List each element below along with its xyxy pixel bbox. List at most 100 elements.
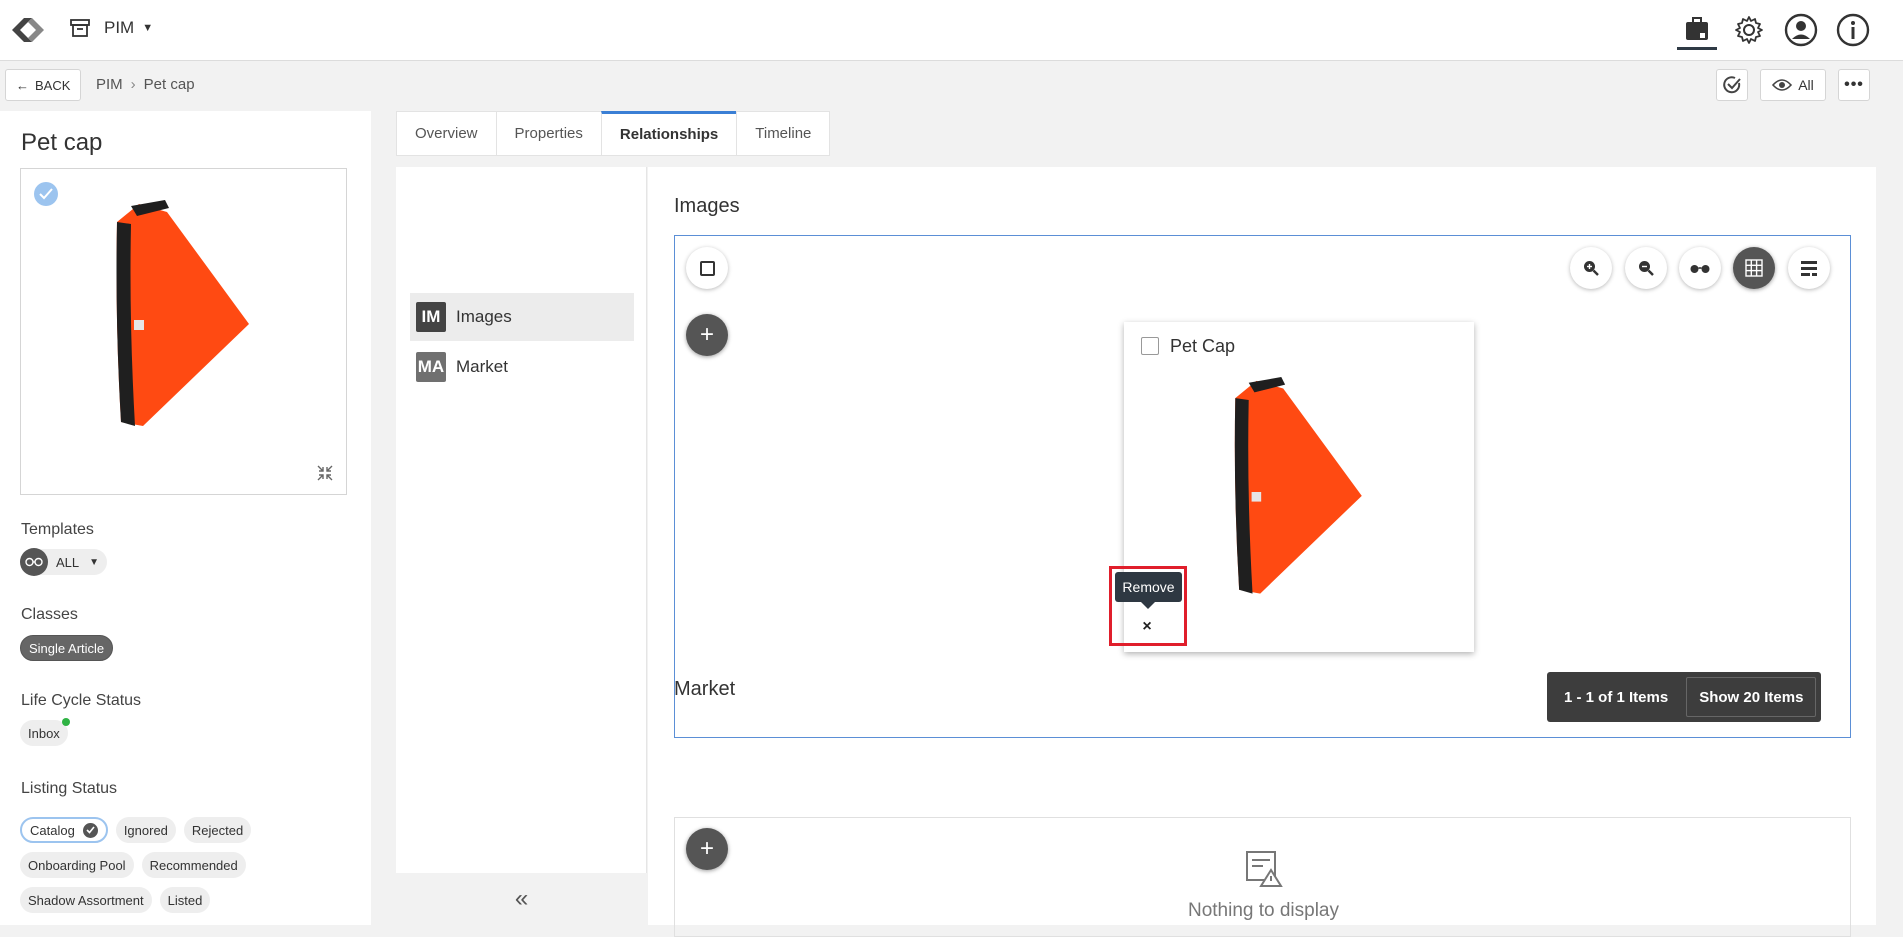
preview-button[interactable] xyxy=(1679,247,1721,289)
collapse-sidebar-button[interactable]: « xyxy=(396,873,647,925)
status-dot xyxy=(61,718,70,726)
check-circle-icon xyxy=(82,822,98,838)
listing-chip-shadow-assortment[interactable]: Shadow Assortment xyxy=(20,887,152,913)
empty-list-warning-icon xyxy=(1246,851,1283,887)
listing-status-label: Listing Status xyxy=(21,780,118,797)
zoom-in-icon xyxy=(1584,261,1599,276)
image-card-thumbnail xyxy=(1234,377,1372,607)
add-market-button[interactable]: + xyxy=(686,828,728,870)
top-bar: PIM ▼ xyxy=(0,0,1903,61)
briefcase-icon xyxy=(1686,16,1708,40)
market-panel: + Nothing to display xyxy=(674,817,1851,937)
tab-overview[interactable]: Overview xyxy=(396,111,496,156)
zoom-in-button[interactable] xyxy=(1570,247,1612,289)
market-section-title: Market xyxy=(674,678,736,700)
checkbox-icon xyxy=(699,260,715,276)
info-button[interactable] xyxy=(1833,10,1873,50)
archive-icon xyxy=(70,19,90,37)
relationships-sidebar: IM Images MA Market « xyxy=(396,167,647,925)
double-chevron-left-icon: « xyxy=(514,885,529,912)
check-circle-icon xyxy=(1723,76,1741,94)
module-label: PIM xyxy=(104,18,135,37)
product-image-box[interactable] xyxy=(20,168,347,495)
lifecycle-label: Life Cycle Status xyxy=(21,692,142,709)
templates-selector[interactable]: ALL ▼ xyxy=(20,548,108,576)
chevron-down-icon: ▼ xyxy=(142,22,154,34)
tab-relationships[interactable]: Relationships xyxy=(600,111,737,156)
back-button[interactable]: ← BACK xyxy=(5,69,82,101)
remove-tooltip: Remove xyxy=(1115,572,1182,602)
templates-value: ALL xyxy=(56,554,80,570)
listing-chip-listed[interactable]: Listed xyxy=(159,887,211,913)
product-summary-panel: Pet cap Templates ALL ▼ Classes Single A… xyxy=(0,111,371,925)
app-logo-icon[interactable] xyxy=(6,10,50,50)
tooltip-arrow xyxy=(1141,602,1155,609)
arrow-left-icon: ← xyxy=(16,77,29,93)
gear-icon xyxy=(1735,16,1763,44)
listing-chip-rejected[interactable]: Rejected xyxy=(183,817,252,843)
breadcrumb-separator: › xyxy=(130,76,136,93)
zoom-out-icon xyxy=(1639,261,1654,276)
breadcrumb-current: Pet cap xyxy=(143,76,195,93)
add-image-button[interactable]: + xyxy=(686,314,728,356)
breadcrumb-pim[interactable]: PIM xyxy=(96,76,123,93)
eye-icon xyxy=(1772,79,1793,91)
image-card-checkbox[interactable] xyxy=(1141,337,1159,355)
images-panel: + Pet Cap 1 - 1 of 1 Items Show 20 Items xyxy=(674,235,1851,738)
listing-chip-ignored[interactable]: Ignored xyxy=(115,817,176,843)
select-all-button[interactable] xyxy=(686,247,728,289)
validate-button[interactable] xyxy=(1716,69,1748,101)
images-section-title: Images xyxy=(674,195,740,217)
view-filter-label: All xyxy=(1798,77,1814,93)
relationship-badge: MA xyxy=(416,352,446,382)
info-icon xyxy=(1836,13,1870,47)
content-area: Overview Properties Relationships Timeli… xyxy=(396,111,1876,937)
listing-chip-recommended[interactable]: Recommended xyxy=(141,852,246,878)
list-view-button[interactable] xyxy=(1788,247,1830,289)
workspace-button[interactable] xyxy=(1677,10,1717,50)
breadcrumb: PIM › Pet cap xyxy=(96,76,195,93)
profile-button[interactable] xyxy=(1781,10,1821,50)
settings-button[interactable] xyxy=(1729,10,1769,50)
more-horizontal-icon: ••• xyxy=(1844,76,1864,93)
classes-label: Classes xyxy=(21,606,78,623)
plus-icon: + xyxy=(699,835,714,862)
check-icon[interactable] xyxy=(34,182,58,206)
lifecycle-chip[interactable]: Inbox xyxy=(20,718,70,746)
lifecycle-value: Inbox xyxy=(28,725,60,741)
tab-properties[interactable]: Properties xyxy=(495,111,601,156)
plus-icon: + xyxy=(699,321,714,348)
module-selector[interactable]: PIM ▼ xyxy=(70,18,153,38)
relationship-item-images[interactable]: IM Images xyxy=(410,293,634,341)
tab-bar: Overview Properties Relationships Timeli… xyxy=(396,111,831,156)
more-options-button[interactable]: ••• xyxy=(1838,69,1870,101)
pagination-bar: 1 - 1 of 1 Items Show 20 Items xyxy=(1547,672,1822,722)
glasses-icon xyxy=(1690,265,1710,273)
relationship-label: Images xyxy=(456,307,512,326)
product-title: Pet cap xyxy=(21,129,103,156)
remove-image-button[interactable]: × xyxy=(1138,618,1156,636)
list-icon xyxy=(1801,261,1817,276)
listing-chip-label: Catalog xyxy=(30,822,75,838)
relationships-main: Images + Pet Cap 1 - 1 of 1 Items Show 2… xyxy=(648,167,1876,937)
chevron-down-icon: ▼ xyxy=(89,556,100,568)
glasses-icon xyxy=(20,548,48,576)
image-card-title: Pet Cap xyxy=(1170,336,1236,356)
product-image xyxy=(116,200,259,440)
page-size-button[interactable]: Show 20 Items xyxy=(1686,677,1817,717)
tab-timeline[interactable]: Timeline xyxy=(736,111,831,156)
grid-icon xyxy=(1745,259,1763,277)
listing-chip-onboarding-pool[interactable]: Onboarding Pool xyxy=(20,852,134,878)
zoom-out-button[interactable] xyxy=(1625,247,1667,289)
class-chip[interactable]: Single Article xyxy=(20,635,114,661)
relationship-badge: IM xyxy=(416,302,446,332)
view-filter-button[interactable]: All xyxy=(1760,69,1826,101)
collapse-arrows-icon[interactable] xyxy=(316,464,334,482)
back-label: BACK xyxy=(35,77,71,93)
relationship-item-market[interactable]: MA Market xyxy=(410,343,634,391)
relationship-label: Market xyxy=(456,357,508,376)
grid-view-button[interactable] xyxy=(1733,247,1775,289)
listing-chip-catalog[interactable]: Catalog xyxy=(20,817,108,843)
item-count: 1 - 1 of 1 Items xyxy=(1564,688,1669,706)
templates-label: Templates xyxy=(21,521,94,538)
